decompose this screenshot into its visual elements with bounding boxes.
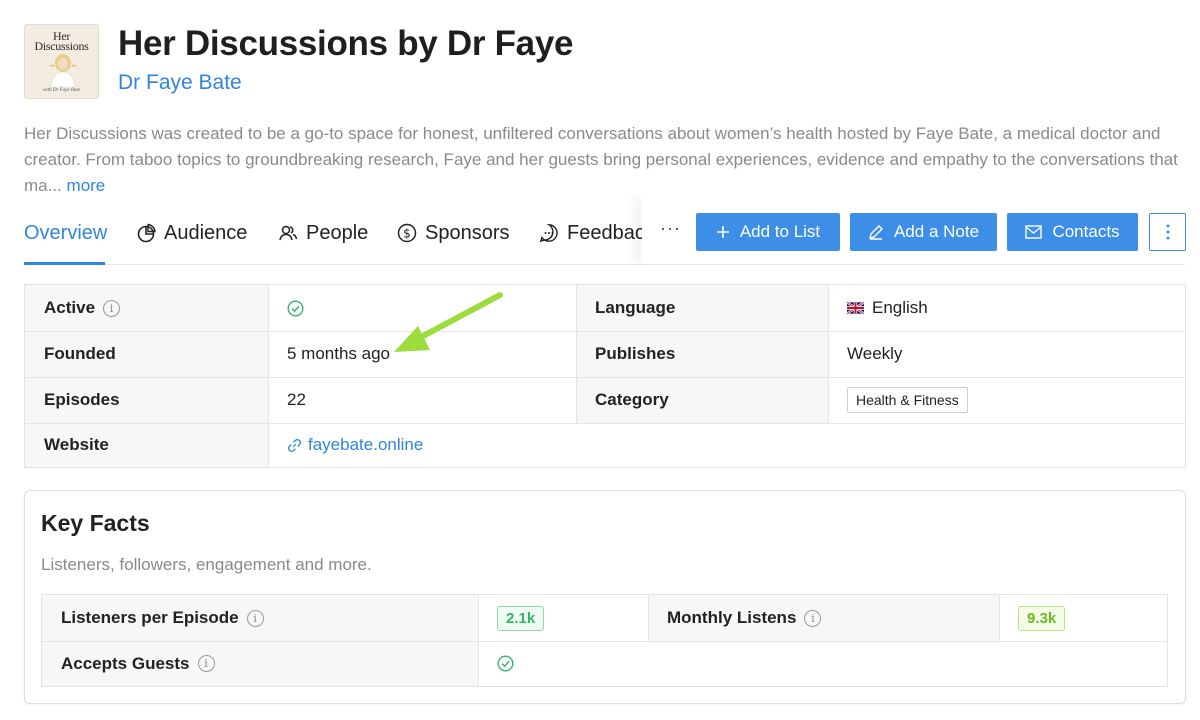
publishes-value: Weekly xyxy=(847,344,903,363)
info-icon[interactable]: i xyxy=(804,609,822,627)
cover-title: Her Discussions xyxy=(34,29,89,53)
info-icon[interactable]: i xyxy=(103,299,121,317)
key-facts-title: Key Facts xyxy=(41,510,150,536)
contacts-button[interactable]: Contacts xyxy=(1007,213,1138,251)
category-tag[interactable]: Health & Fitness xyxy=(847,387,968,413)
monthly-listens-badge: 9.3k xyxy=(1018,605,1066,631)
accepts-guests-value xyxy=(478,641,1167,686)
accepts-guests-label: Accepts Guests i xyxy=(42,641,478,686)
chat-icon xyxy=(539,224,558,243)
monthly-listens-value: 9.3k xyxy=(999,595,1167,641)
podcast-title: Her Discussions by Dr Faye xyxy=(118,24,574,63)
language-label: Language xyxy=(576,285,828,331)
episodes-label: Episodes xyxy=(25,377,268,423)
info-icon[interactable]: i xyxy=(246,609,264,627)
plus-icon xyxy=(716,226,729,238)
website-value: fayebate.online xyxy=(268,423,1185,467)
row-divider xyxy=(42,641,1167,642)
tab-overview[interactable]: Overview xyxy=(24,220,107,246)
tab-label: Sponsors xyxy=(425,221,510,244)
language-value: English xyxy=(828,285,1186,331)
check-circle-icon xyxy=(497,655,514,672)
row-divider xyxy=(25,423,1185,424)
tab-label: Audience xyxy=(164,221,248,244)
check-circle-icon xyxy=(287,299,304,317)
tab-label: People xyxy=(306,221,369,244)
description-text: Her Discussions was created to be a go-t… xyxy=(24,124,1178,195)
mail-icon xyxy=(1025,225,1043,239)
listeners-value: 2.1k xyxy=(478,595,648,641)
kebab-menu-icon xyxy=(1166,224,1169,240)
podcast-description: Her Discussions was created to be a go-t… xyxy=(24,121,1189,199)
podcast-info-table: Active i Language English Founded 5 mont… xyxy=(24,284,1186,468)
cover-byline: with Dr Faye Bate xyxy=(42,88,81,93)
info-icon[interactable]: i xyxy=(197,655,215,672)
podcast-overview-page: Her Discussions with Dr Faye Bate Her Di… xyxy=(0,0,1200,720)
column-divider xyxy=(999,595,1000,641)
website-label: Website xyxy=(25,423,268,467)
listeners-label: Listeners per Episode i xyxy=(42,595,478,641)
podcast-author-link[interactable]: Dr Faye Bate xyxy=(118,71,242,95)
column-divider xyxy=(268,285,269,467)
episodes-value: 22 xyxy=(287,390,306,409)
uk-flag-icon xyxy=(847,302,864,314)
more-options-button[interactable] xyxy=(1149,213,1186,251)
active-label: Active i xyxy=(25,285,268,331)
website-link[interactable]: fayebate.online xyxy=(287,435,423,455)
show-more-link[interactable]: more xyxy=(67,176,106,195)
tab-active-indicator xyxy=(24,262,105,265)
row-divider xyxy=(25,331,1185,332)
category-value: Health & Fitness xyxy=(828,377,1186,423)
column-divider xyxy=(648,595,649,641)
column-divider xyxy=(828,285,829,423)
category-label: Category xyxy=(576,377,828,423)
people-icon xyxy=(279,225,298,241)
monthly-listens-label: Monthly Listens i xyxy=(648,595,999,641)
tab-audience[interactable]: Audience xyxy=(136,220,247,246)
add-to-list-button[interactable]: Add to List xyxy=(696,213,840,251)
cover-portrait-icon xyxy=(49,54,77,87)
listeners-badge: 2.1k xyxy=(497,605,545,631)
tab-label: Overview xyxy=(24,221,108,244)
pie-chart-icon xyxy=(137,223,156,243)
tab-label: Feedbac xyxy=(567,221,645,244)
annotation-arrow-icon xyxy=(394,292,503,352)
add-note-button[interactable]: Add a Note xyxy=(850,213,997,251)
founded-label: Founded xyxy=(25,331,268,377)
column-divider xyxy=(576,285,577,423)
row-divider xyxy=(25,377,1185,378)
tabs-divider xyxy=(24,264,1185,265)
column-divider xyxy=(478,595,479,686)
tab-sponsors[interactable]: $ Sponsors xyxy=(397,220,510,246)
dollar-icon: $ xyxy=(397,223,417,243)
key-facts-table: Listeners per Episode i 2.1k Monthly Lis… xyxy=(41,594,1168,687)
pencil-icon xyxy=(869,225,883,240)
tab-feedback[interactable]: Feedbac xyxy=(539,220,645,246)
link-icon xyxy=(288,438,301,452)
tabs-overflow-button[interactable]: ··· xyxy=(660,218,681,239)
svg-text:$: $ xyxy=(403,227,411,241)
key-facts-subtitle: Listeners, followers, engagement and mor… xyxy=(41,555,372,574)
publishes-label: Publishes xyxy=(576,331,828,377)
podcast-cover-image: Her Discussions with Dr Faye Bate xyxy=(24,24,99,99)
tabs-fade-overlay xyxy=(642,198,652,264)
tab-people[interactable]: People xyxy=(278,220,368,246)
